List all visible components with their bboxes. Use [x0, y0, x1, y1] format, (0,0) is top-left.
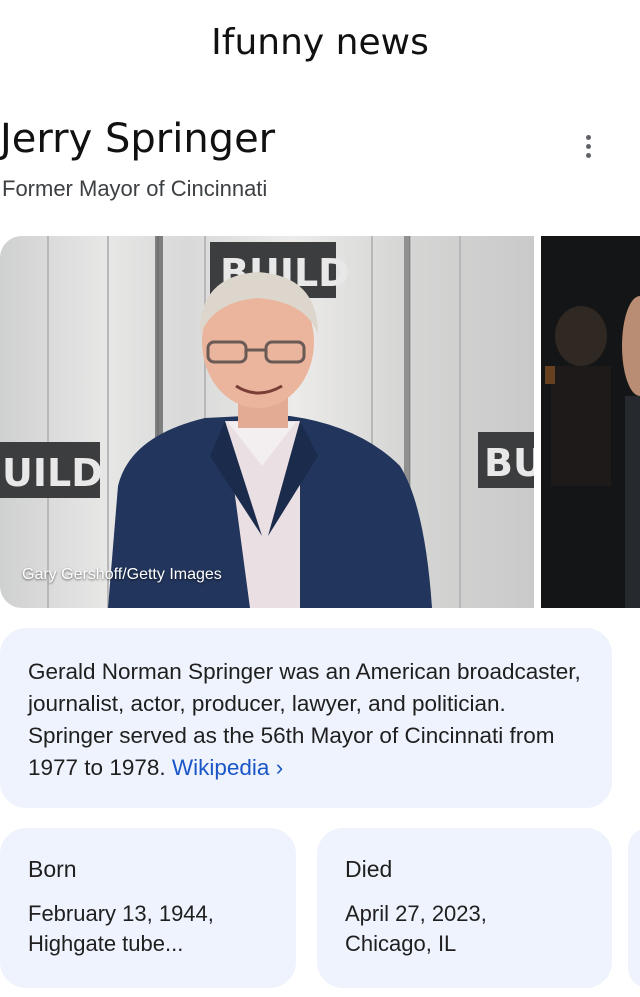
portrait-illustration: BUILD UILD BU [0, 236, 534, 608]
backdrop-sign-left: UILD [2, 451, 103, 495]
fact-value-line: Chicago, IL [345, 931, 457, 956]
fact-value-line: April 27, 2023, [345, 901, 487, 926]
description-card: Gerald Norman Springer was an American b… [0, 628, 612, 808]
fact-label: Died [345, 856, 393, 882]
entity-photo-secondary[interactable] [541, 236, 640, 608]
secondary-photo-illustration [541, 236, 640, 608]
more-options-icon[interactable] [572, 128, 604, 164]
entity-subtitle: Former Mayor of Cincinnati [2, 176, 268, 201]
description-text: Gerald Norman Springer was an American b… [28, 656, 584, 784]
image-credit: Gary Gershoff/Getty Images [22, 566, 222, 583]
fact-value-line: February 13, 1944, [28, 901, 214, 926]
fact-card-born[interactable]: Born February 13, 1944, Highgate tube... [0, 828, 296, 988]
entity-photo[interactable]: BUILD UILD BU Gary Gershoff/Getty Images [0, 236, 534, 608]
backdrop-sign-right: BU [484, 441, 534, 485]
fact-label: Born [28, 856, 77, 882]
fact-value-line: Highgate tube... [28, 931, 184, 956]
fact-card-died[interactable]: Died April 27, 2023, Chicago, IL [317, 828, 612, 988]
wikipedia-link[interactable]: Wikipedia › [172, 755, 283, 780]
description-body: Gerald Norman Springer was an American b… [28, 659, 581, 780]
fact-card-partial[interactable] [628, 828, 640, 988]
page-title: Ifunny news [211, 22, 429, 63]
entity-name: Jerry Springer [0, 116, 276, 162]
